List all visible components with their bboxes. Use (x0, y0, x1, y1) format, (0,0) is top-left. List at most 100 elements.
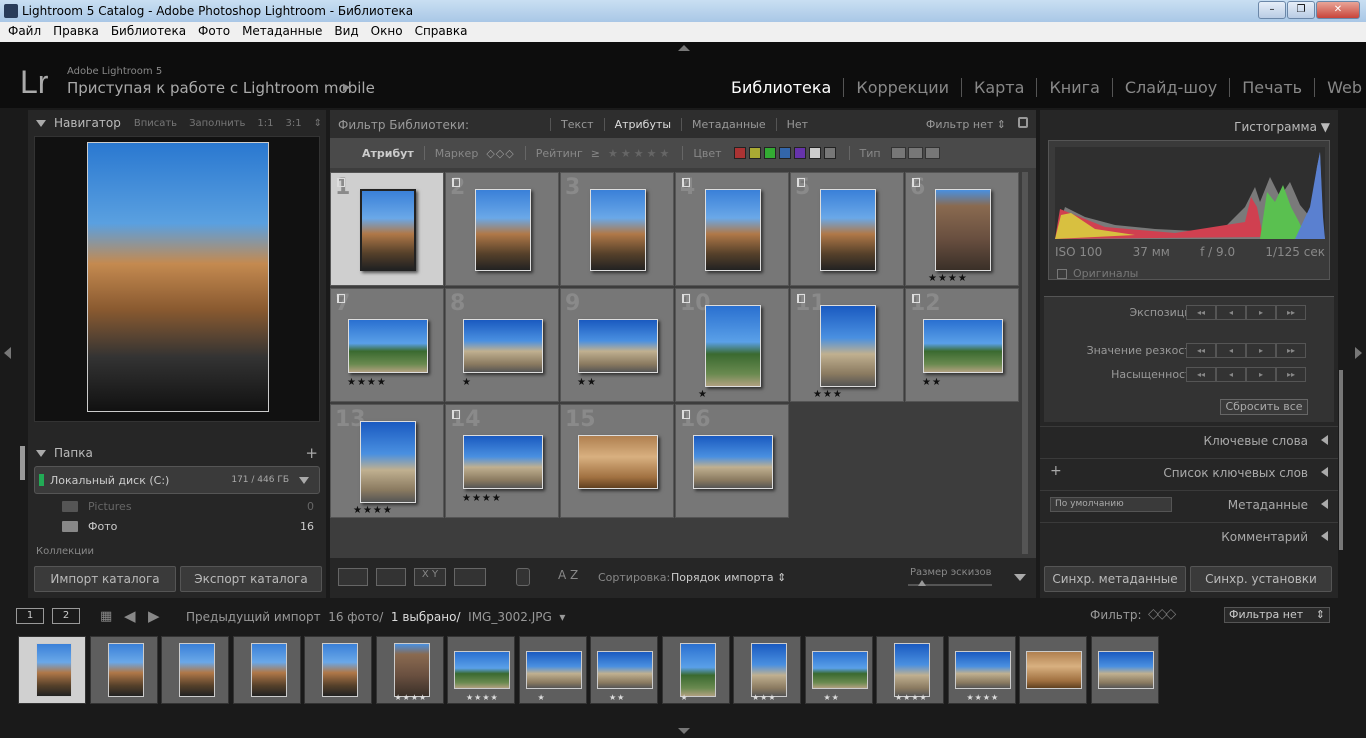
color-label-7[interactable] (823, 147, 836, 159)
filter-preset[interactable]: Фильтр нет ⇕ (926, 118, 1006, 131)
folder-item-pictures[interactable]: Pictures 0 (48, 497, 320, 515)
left-panel-toggle-icon[interactable] (4, 347, 11, 359)
module-develop[interactable]: Коррекции (844, 78, 962, 97)
photo-thumbnail[interactable] (348, 319, 428, 373)
photo-thumbnail[interactable] (820, 305, 876, 387)
star-rating[interactable]: ★★★ (813, 389, 843, 400)
star-rating[interactable]: ★★★★ (353, 505, 393, 516)
close-button[interactable]: ✕ (1316, 1, 1360, 19)
module-web[interactable]: Web (1315, 78, 1366, 97)
originals-toggle[interactable]: Оригиналы (1057, 267, 1138, 280)
play-arrow-icon[interactable]: ▶ (343, 82, 351, 93)
flag-icon[interactable] (682, 294, 690, 303)
step-large-down-button[interactable]: ◂◂ (1186, 305, 1216, 320)
photo-thumbnail[interactable] (360, 189, 416, 271)
histogram-header[interactable]: Гистограмма ▼ (1234, 120, 1330, 134)
photo-thumbnail[interactable] (463, 319, 543, 373)
flag-icon[interactable] (682, 178, 690, 187)
zoom-1-1[interactable]: 1:1 (257, 118, 273, 129)
filmstrip-cell[interactable]: ★★ (804, 636, 873, 704)
flag-icon[interactable] (452, 410, 460, 419)
rating-operator[interactable]: ≥ (591, 147, 600, 160)
grid-cell[interactable]: 2 (445, 172, 559, 286)
color-label-1[interactable] (733, 147, 746, 159)
zoom-fill[interactable]: Заполнить (189, 118, 245, 129)
zoom-fit[interactable]: Вписать (134, 118, 177, 129)
sort-select[interactable]: Порядок импорта ⇕ (671, 571, 786, 584)
mobile-tagline[interactable]: Приступая к работе с Lightroom mobile (67, 79, 375, 97)
main-screen-button[interactable]: 1 (16, 608, 44, 624)
star-rating[interactable]: ★ (462, 377, 472, 388)
grid-icon[interactable]: ▦ (100, 609, 112, 624)
sort-direction-icon[interactable]: A Z (558, 568, 578, 582)
comments-header[interactable]: Комментарий (1040, 522, 1338, 548)
filmstrip-cell[interactable] (18, 636, 86, 704)
menu-view[interactable]: Вид (328, 22, 364, 42)
filmstrip-cell[interactable] (1090, 636, 1159, 704)
rating-stars-icon[interactable]: ★★★★★ (608, 147, 672, 160)
keyword-list-header[interactable]: + Список ключевых слов (1040, 458, 1338, 484)
grid-cell[interactable]: 1 (330, 172, 444, 286)
zoom-menu-arrow-icon[interactable]: ⇕ (314, 118, 322, 129)
grid-cell[interactable]: 16 (675, 404, 789, 518)
filmstrip-thumbnail[interactable] (811, 651, 868, 689)
star-rating[interactable]: ★★ (922, 377, 942, 388)
metadata-header[interactable]: По умолчанию Метаданные (1040, 490, 1338, 516)
second-screen-button[interactable]: 2 (52, 608, 80, 624)
grid-cell[interactable]: 9 ★★ (560, 288, 674, 402)
grid-scrollbar[interactable] (1022, 172, 1028, 554)
filter-none[interactable]: Нет (775, 118, 818, 131)
collapse-triangle-icon[interactable] (36, 119, 46, 127)
flag-filter-icon[interactable]: ◇◇◇ (486, 147, 514, 160)
photo-thumbnail[interactable] (578, 435, 658, 489)
type-filter-icon[interactable] (890, 147, 940, 159)
metadata-preset-select[interactable]: По умолчанию (1050, 497, 1172, 512)
filmstrip-thumbnail[interactable] (179, 643, 215, 697)
loupe-view-icon[interactable] (376, 568, 406, 586)
photo-thumbnail[interactable] (590, 189, 646, 271)
filmstrip-thumbnail[interactable] (1026, 651, 1082, 689)
checkbox-icon[interactable] (1057, 268, 1067, 279)
filmstrip-cell[interactable]: ★★★★ (876, 636, 944, 704)
export-catalog-button[interactable]: Экспорт каталога (180, 566, 322, 592)
collapse-triangle-icon[interactable] (1321, 435, 1328, 445)
flag-icon[interactable] (912, 178, 920, 187)
flag-icon[interactable] (337, 178, 345, 187)
grid-cell[interactable]: 11 ★★★ (790, 288, 904, 402)
left-panel-scrollbar[interactable] (20, 446, 25, 480)
collapse-triangle-icon[interactable] (36, 449, 46, 457)
lock-icon[interactable] (1018, 117, 1028, 128)
filmstrip-source[interactable]: Предыдущий импорт 16 фото/ 1 выбрано/ IM… (186, 610, 565, 624)
filmstrip-thumbnail[interactable] (393, 643, 430, 697)
star-rating[interactable]: ★★ (577, 377, 597, 388)
grid-view-icon[interactable] (338, 568, 368, 586)
star-rating[interactable]: ★★★★ (347, 377, 387, 388)
collapse-triangle-icon[interactable] (1321, 531, 1328, 541)
grid-cell[interactable]: 5 (790, 172, 904, 286)
menu-metadata[interactable]: Метаданные (236, 22, 328, 42)
grid-cell[interactable]: 15 (560, 404, 674, 518)
compare-view-icon[interactable]: X Y (414, 568, 446, 586)
filmstrip-cell[interactable] (232, 636, 301, 704)
filmstrip-thumbnail[interactable] (751, 643, 787, 697)
filmstrip-cell[interactable]: ★ (518, 636, 587, 704)
star-rating[interactable]: ★★★★ (928, 273, 968, 284)
step-up-button[interactable]: ▸ (1246, 367, 1276, 382)
filmstrip-filter-select[interactable]: Фильтра нет ⇕ (1224, 607, 1330, 623)
flag-icon[interactable] (682, 410, 690, 419)
right-panel-scrollbar[interactable] (1339, 370, 1343, 550)
add-folder-icon[interactable]: + (305, 444, 318, 462)
photo-thumbnail[interactable] (578, 319, 658, 373)
menu-file[interactable]: Файл (2, 22, 47, 42)
filmstrip-thumbnail[interactable] (250, 643, 287, 697)
menu-window[interactable]: Окно (365, 22, 409, 42)
grid-cell[interactable]: 8 ★ (445, 288, 559, 402)
menu-photo[interactable]: Фото (192, 22, 236, 42)
filmstrip-thumbnail[interactable] (107, 643, 144, 697)
grid-cell[interactable]: 4 (675, 172, 789, 286)
collections-header[interactable]: Коллекции (28, 546, 326, 558)
filmstrip-thumbnail[interactable] (597, 651, 653, 689)
filmstrip-cell[interactable]: ★ (661, 636, 730, 704)
flag-icon[interactable] (912, 294, 920, 303)
module-print[interactable]: Печать (1230, 78, 1316, 97)
